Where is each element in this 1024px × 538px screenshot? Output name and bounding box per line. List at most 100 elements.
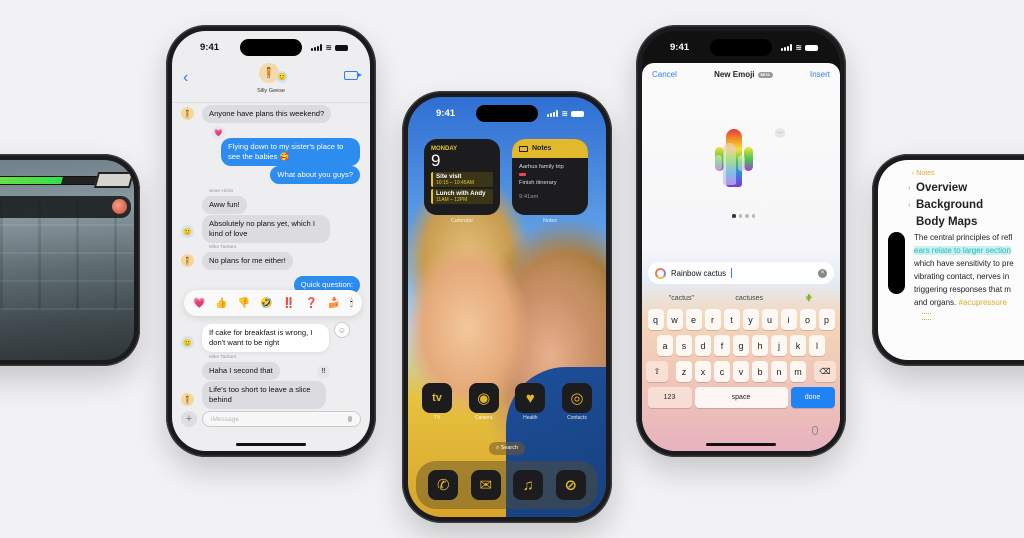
- key-p[interactable]: p: [818, 309, 835, 330]
- message-bubble[interactable]: Flying down to my sister's place to see …: [221, 138, 360, 166]
- microphone-icon[interactable]: [348, 416, 352, 422]
- heading-text: Background: [916, 199, 984, 211]
- emoji-description-input[interactable]: Rainbow cactus ×: [648, 262, 834, 284]
- generated-emoji-alternate[interactable]: [713, 143, 747, 187]
- message-bubble[interactable]: No plans for me either!: [202, 252, 293, 270]
- key-c[interactable]: c: [714, 361, 730, 382]
- music-icon[interactable]: ♫: [513, 470, 544, 500]
- home-indicator[interactable]: [236, 443, 306, 446]
- suggestion[interactable]: "cactus": [669, 295, 694, 302]
- key-f[interactable]: f: [714, 335, 730, 356]
- dictation-mic-icon[interactable]: [812, 426, 818, 435]
- reaction-option[interactable]: ‼️: [283, 298, 295, 309]
- status-time: 9:41: [200, 42, 220, 53]
- key-s[interactable]: s: [676, 335, 692, 356]
- key-y[interactable]: y: [742, 309, 759, 330]
- home-indicator[interactable]: [706, 443, 776, 446]
- video-call-icon[interactable]: [344, 71, 362, 80]
- key-v[interactable]: v: [733, 361, 749, 382]
- key-t[interactable]: t: [723, 309, 740, 330]
- app-camera[interactable]: ◉ Camera: [468, 383, 499, 421]
- speaker-avatar: [112, 199, 127, 214]
- key-w[interactable]: w: [666, 309, 683, 330]
- space-key[interactable]: space: [694, 387, 788, 408]
- key-i[interactable]: i: [780, 309, 797, 330]
- suggestion[interactable]: cactuses: [735, 295, 763, 302]
- insert-button[interactable]: Insert: [810, 70, 830, 79]
- key-x[interactable]: x: [695, 361, 711, 382]
- safari-icon[interactable]: ⊘: [555, 470, 586, 500]
- message-bubble[interactable]: What about you guys?: [270, 166, 360, 184]
- suggestion[interactable]: 🌵: [805, 294, 814, 302]
- key-g[interactable]: g: [733, 335, 749, 356]
- key-k[interactable]: k: [790, 335, 806, 356]
- delete-key[interactable]: ⌫: [814, 361, 836, 382]
- key-m[interactable]: m: [790, 361, 806, 382]
- event-title: Site visit: [436, 173, 462, 180]
- app-contacts[interactable]: ◎ Contacts: [561, 383, 592, 421]
- heart-tapback-icon: 💗: [212, 126, 225, 139]
- key-r[interactable]: r: [704, 309, 721, 330]
- reaction-option[interactable]: 🤣: [260, 298, 272, 309]
- heart-icon: ♥: [515, 383, 546, 413]
- done-key[interactable]: done: [790, 387, 835, 408]
- section-heading[interactable]: Body Maps: [908, 214, 1024, 231]
- reaction-option[interactable]: 👎: [238, 298, 250, 309]
- key-o[interactable]: o: [799, 309, 816, 330]
- key-e[interactable]: e: [685, 309, 702, 330]
- dock: ✆ ✉ ♫ ⊘: [416, 461, 598, 509]
- message-bubble[interactable]: Haha I second that: [202, 362, 280, 380]
- key-h[interactable]: h: [752, 335, 768, 356]
- hashtag[interactable]: #acupressure: [959, 298, 1007, 307]
- key-l[interactable]: l: [809, 335, 825, 356]
- phone-icon[interactable]: ✆: [428, 470, 459, 500]
- search-button[interactable]: ⌕ Search: [488, 442, 526, 455]
- key-j[interactable]: j: [771, 335, 787, 356]
- checklist-icon[interactable]: [922, 313, 931, 320]
- note-paragraph[interactable]: The central principles of refl ears rela…: [914, 231, 1024, 309]
- app-tv[interactable]: tv TV: [422, 383, 452, 421]
- message-bubble[interactable]: Life's too short to leave a slice behind: [202, 381, 326, 409]
- key-b[interactable]: b: [752, 361, 768, 382]
- key-z[interactable]: z: [676, 361, 692, 382]
- section-heading-collapsible[interactable]: › Background: [908, 197, 1024, 214]
- page-indicator[interactable]: [732, 214, 755, 218]
- group-name[interactable]: Silly Geese: [172, 88, 370, 94]
- mail-icon[interactable]: ✉: [470, 470, 501, 500]
- page-dot: [732, 214, 736, 218]
- message-bubble[interactable]: Anyone have plans this weekend?: [202, 105, 332, 123]
- beta-badge: BETA: [757, 71, 773, 78]
- calendar-widget[interactable]: MONDAY 9 Site visit 10:15 – 10:45AM Lunc…: [424, 139, 500, 215]
- reaction-option[interactable]: 👍: [215, 298, 227, 309]
- cancel-button[interactable]: Cancel: [652, 70, 677, 79]
- section-heading-collapsible[interactable]: › Overview: [908, 180, 1024, 197]
- reaction-option[interactable]: ❓: [305, 298, 317, 309]
- avatar: 🙂: [181, 225, 194, 238]
- more-options-icon[interactable]: ···: [775, 128, 785, 138]
- app-health[interactable]: ♥ Health: [515, 383, 546, 421]
- key-q[interactable]: q: [647, 309, 664, 330]
- clear-icon[interactable]: ×: [818, 268, 827, 278]
- reaction-option[interactable]: 💗: [193, 298, 205, 309]
- back-chevron-icon[interactable]: ‹: [183, 69, 188, 87]
- key-d[interactable]: d: [695, 335, 711, 356]
- message-input[interactable]: iMessage: [202, 411, 361, 427]
- add-reaction-icon[interactable]: ☺: [334, 322, 350, 338]
- selected-message-bubble[interactable]: If cake for breakfast is wrong, I don't …: [202, 324, 329, 352]
- plus-button[interactable]: +: [181, 411, 197, 427]
- back-to-notes-button[interactable]: ‹ Notes: [912, 170, 1024, 177]
- page-dot: [751, 214, 755, 218]
- key-u[interactable]: u: [761, 309, 778, 330]
- shift-key[interactable]: ⇧: [646, 361, 668, 382]
- reaction-option[interactable]: 🕯: [350, 298, 353, 309]
- reaction-option[interactable]: 🍰: [328, 298, 340, 309]
- message-bubble[interactable]: Aww fun!: [202, 196, 247, 214]
- notes-widget[interactable]: Notes Aarhus family trip Finish itinerar…: [512, 139, 588, 215]
- widget-label: Notes: [542, 218, 558, 224]
- message-bubble[interactable]: Absolutely no plans yet, which I kind of…: [202, 215, 330, 243]
- genmoji-icon: [655, 267, 666, 279]
- key-a[interactable]: a: [657, 335, 673, 356]
- key-n[interactable]: n: [771, 361, 787, 382]
- avatar: 🧍: [181, 393, 194, 406]
- numbers-key[interactable]: 123: [647, 387, 692, 408]
